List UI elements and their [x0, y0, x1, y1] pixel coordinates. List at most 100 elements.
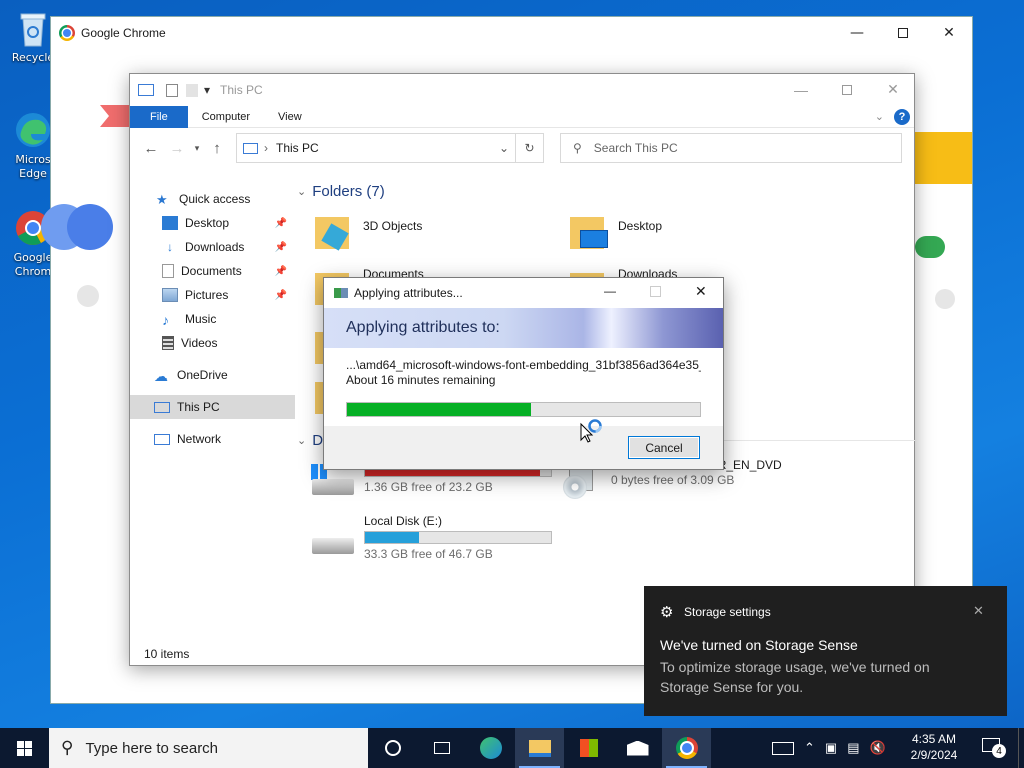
current-file-path: ...\amd64_microsoft-windows-font-embeddi…: [346, 358, 701, 372]
explorer-title: This PC: [220, 83, 263, 97]
taskbar-edge[interactable]: [466, 728, 515, 768]
drive-e[interactable]: Local Disk (E:) 33.3 GB free of 46.7 GB: [310, 514, 552, 561]
forward-button[interactable]: →: [164, 140, 190, 157]
nav-network[interactable]: Network: [130, 427, 295, 451]
meet-now-icon[interactable]: ▣: [825, 740, 837, 756]
chrome-maximize-button[interactable]: [880, 17, 926, 48]
tab-file[interactable]: File: [130, 105, 188, 128]
nav-documents[interactable]: Documents 📌: [130, 259, 295, 283]
search-placeholder: Search This PC: [593, 141, 678, 155]
address-dropdown-icon[interactable]: ⌄: [499, 141, 509, 155]
task-view-icon: [433, 742, 450, 754]
nav-quick-access[interactable]: ★ Quick access: [130, 187, 295, 211]
nav-label: Desktop: [185, 216, 230, 230]
nav-label: This PC: [177, 400, 220, 414]
status-bar-item-count: 10 items: [144, 647, 190, 661]
tab-view[interactable]: View: [264, 106, 316, 128]
address-bar[interactable]: › This PC ⌄: [236, 133, 516, 163]
help-icon[interactable]: ?: [894, 108, 910, 125]
quick-toolbar-dropdown-icon[interactable]: ▾: [204, 83, 210, 97]
navigation-pane: ★ Quick access Desktop 📌 ↓ Downloads 📌 D…: [130, 178, 295, 638]
chrome-logo-icon: [59, 24, 75, 41]
notification-app-name: Storage settings: [684, 605, 771, 619]
progress-bar: [346, 402, 701, 417]
search-input[interactable]: ⚲ Search This PC: [560, 133, 902, 163]
section-title: Folders (7): [312, 183, 385, 200]
ribbon-expand-icon[interactable]: ⌄: [875, 110, 884, 123]
drive-name: Local Disk (E:): [364, 514, 443, 528]
taskbar-file-explorer[interactable]: [515, 728, 564, 768]
pin-icon[interactable]: 📌: [275, 242, 287, 253]
notification-count-badge: 4: [992, 744, 1006, 758]
drive-usage-bar: [364, 531, 552, 544]
task-view-button[interactable]: [417, 728, 466, 768]
pin-icon[interactable]: 📌: [275, 266, 287, 277]
action-center-button[interactable]: 4: [982, 738, 1006, 758]
folder-3d-objects[interactable]: 3D Objects: [315, 213, 422, 251]
back-button[interactable]: ←: [138, 140, 164, 157]
up-button[interactable]: ↑: [204, 140, 230, 157]
taskbar-chrome[interactable]: [662, 728, 711, 768]
clock[interactable]: 4:35 AM 2/9/2024: [904, 731, 964, 763]
pin-icon[interactable]: 📌: [275, 290, 287, 301]
explorer-close-button[interactable]: ✕: [870, 74, 916, 105]
edge-icon: [13, 110, 53, 150]
cloud-icon: ☁: [154, 368, 168, 384]
page-decor-ribbon-left: [100, 105, 130, 127]
star-icon: ★: [156, 192, 168, 207]
explorer-minimize-button[interactable]: —: [778, 74, 824, 105]
volume-muted-icon[interactable]: 🔇: [870, 740, 886, 756]
taskbar-search-box[interactable]: ⚲ Type here to search: [49, 728, 368, 768]
properties-icon[interactable]: [166, 83, 178, 97]
search-icon: ⚲: [573, 141, 582, 155]
dialog-close-button[interactable]: ✕: [695, 283, 707, 300]
show-desktop-button[interactable]: [1018, 728, 1024, 768]
touch-keyboard-icon[interactable]: [772, 741, 794, 755]
taskbar-search-placeholder: Type here to search: [85, 739, 219, 757]
taskbar: ⚲ Type here to search ⌃ ▣ ▤ 🔇 4:35 AM 2/…: [0, 728, 1024, 768]
storage-sense-notification[interactable]: ⚙ Storage settings ✕ We've turned on Sto…: [644, 586, 1007, 716]
nav-this-pc[interactable]: This PC: [130, 395, 295, 419]
cancel-button[interactable]: Cancel: [628, 436, 700, 459]
taskbar-mail[interactable]: [613, 728, 662, 768]
taskbar-store[interactable]: [564, 728, 613, 768]
chrome-close-button[interactable]: ✕: [926, 17, 972, 48]
dialog-body: ...\amd64_microsoft-windows-font-embeddi…: [324, 348, 723, 426]
notification-close-button[interactable]: ✕: [973, 603, 984, 619]
nav-pictures[interactable]: Pictures 📌: [130, 283, 295, 307]
refresh-button[interactable]: ↻: [516, 133, 544, 163]
document-icon: [162, 264, 174, 278]
start-button[interactable]: [0, 728, 49, 768]
network-icon: [154, 433, 170, 445]
show-hidden-icons-icon[interactable]: ⌃: [804, 740, 815, 756]
nav-label: Pictures: [185, 288, 229, 302]
nav-music[interactable]: ♪ Music: [130, 307, 295, 331]
chrome-minimize-button[interactable]: —: [834, 17, 880, 48]
nav-onedrive[interactable]: ☁ OneDrive: [130, 363, 295, 387]
explorer-maximize-button[interactable]: [824, 74, 870, 105]
attributes-icon: [334, 288, 348, 298]
network-tray-icon[interactable]: ▤: [847, 740, 859, 756]
pin-icon[interactable]: 📌: [275, 218, 287, 229]
folder-icon: [570, 213, 610, 249]
tab-computer[interactable]: Computer: [188, 106, 264, 128]
computer-icon: [243, 142, 258, 154]
nav-desktop[interactable]: Desktop 📌: [130, 211, 295, 235]
ribbon-tabs: File Computer View ⌄ ?: [130, 105, 914, 128]
nav-videos[interactable]: Videos: [130, 331, 295, 355]
recent-locations-icon[interactable]: ▾: [190, 143, 204, 154]
nav-label: Videos: [181, 336, 218, 350]
clock-date: 2/9/2024: [910, 748, 958, 762]
desktop-icon: [162, 216, 178, 230]
notification-title: We've turned on Storage Sense: [660, 637, 858, 653]
new-folder-icon[interactable]: [186, 83, 198, 97]
picture-icon: [162, 288, 178, 302]
dialog-minimize-button[interactable]: —: [604, 284, 616, 298]
breadcrumb-chevron-icon: ›: [264, 141, 268, 155]
folders-section-header[interactable]: ⌄ Folders (7): [297, 183, 385, 200]
folder-desktop[interactable]: Desktop: [570, 213, 662, 249]
nav-downloads[interactable]: ↓ Downloads 📌: [130, 235, 295, 259]
page-decor-dot: [77, 285, 99, 307]
dialog-maximize-button: [650, 286, 661, 297]
cortana-button[interactable]: [368, 728, 417, 768]
